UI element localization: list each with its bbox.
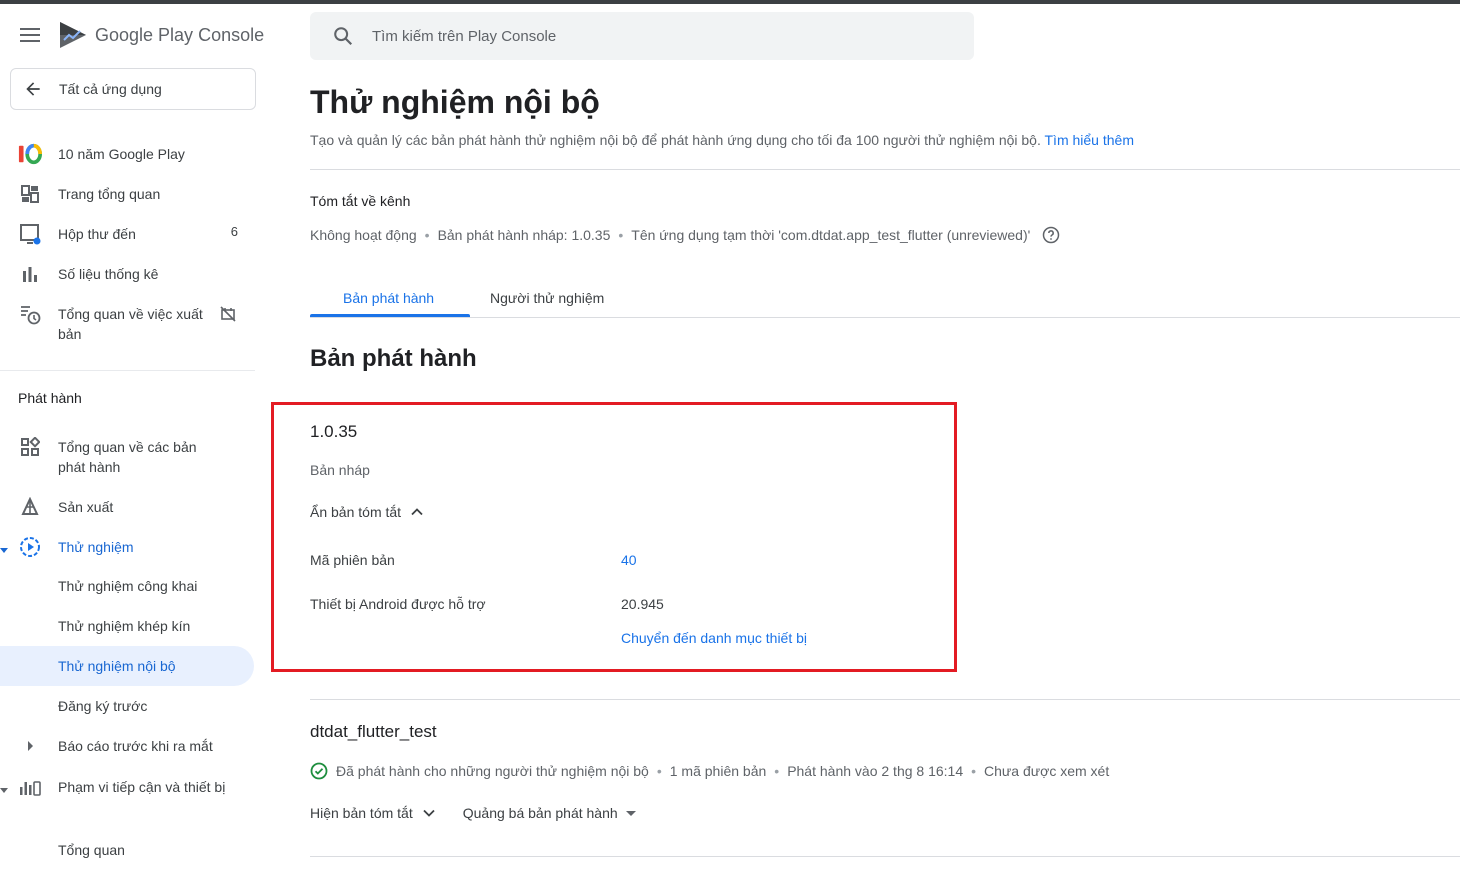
reach-devices-icon bbox=[18, 775, 42, 799]
version-code-label: Mã phiên bản bbox=[310, 552, 395, 568]
release-divider bbox=[310, 699, 1460, 700]
learn-more-link[interactable]: Tìm hiểu thêm bbox=[1045, 132, 1134, 148]
separator-dot: • bbox=[774, 763, 780, 779]
help-icon[interactable] bbox=[1042, 226, 1060, 244]
production-icon bbox=[18, 495, 42, 519]
draft-release-version: 1.0.35 bbox=[310, 422, 358, 441]
publishing-icon bbox=[18, 302, 42, 326]
sidebar-item-testing[interactable]: Thử nghiệm bbox=[0, 535, 256, 559]
inbox-count-badge: 6 bbox=[230, 224, 238, 239]
sidebar-item-overview[interactable]: Tổng quan bbox=[0, 830, 254, 870]
sidebar-item-pre-registration[interactable]: Đăng ký trước bbox=[0, 686, 254, 726]
brand-header: Google Play Console bbox=[0, 4, 270, 64]
published-status: Đã phát hành cho những người thử nghiệm … bbox=[336, 763, 649, 779]
page-description-text: Tạo và quản lý các bản phát hành thử ngh… bbox=[310, 132, 1045, 148]
sidebar-item-prelaunch-report[interactable]: Báo cáo trước khi ra mắt bbox=[0, 726, 254, 766]
tab-releases[interactable]: Bản phát hành bbox=[343, 290, 434, 306]
draft-release-status: Bản nháp bbox=[310, 462, 370, 478]
device-catalog-link[interactable]: Chuyển đến danh mục thiết bị bbox=[621, 630, 807, 646]
sidebar-item-releases-overview[interactable]: Tổng quan về các bản phát hành bbox=[0, 435, 256, 477]
check-circle-icon bbox=[310, 762, 328, 780]
sidebar-item-open-testing[interactable]: Thử nghiệm công khai bbox=[0, 566, 254, 606]
sidebar-item-production[interactable]: Sản xuất bbox=[0, 495, 256, 519]
sidebar-item-label: Số liệu thống kê bbox=[58, 266, 159, 282]
sidebar: Google Play Console Tất cả ứng dụng 10 n… bbox=[0, 4, 270, 884]
separator-dot: • bbox=[656, 763, 662, 779]
sidebar-item-statistics[interactable]: Số liệu thống kê bbox=[0, 262, 256, 286]
ten-years-icon bbox=[18, 142, 42, 166]
arrow-back-icon bbox=[26, 82, 40, 96]
all-apps-button[interactable]: Tất cả ứng dụng bbox=[10, 68, 256, 110]
dashboard-icon bbox=[18, 182, 42, 206]
show-summary-label: Hiện bản tóm tắt bbox=[310, 805, 413, 821]
sidebar-item-internal-testing[interactable]: Thử nghiệm nội bộ bbox=[0, 646, 254, 686]
sidebar-item-label: Phạm vi tiếp cận và thiết bị bbox=[58, 779, 226, 795]
separator-dot: • bbox=[971, 763, 977, 779]
sidebar-item-ten-years[interactable]: 10 năm Google Play bbox=[0, 142, 256, 166]
hide-summary-button[interactable]: Ẩn bản tóm tắt bbox=[310, 504, 425, 520]
play-console-logo-icon bbox=[60, 22, 86, 48]
bar-chart-icon bbox=[18, 262, 42, 286]
tabs-divider bbox=[310, 317, 1460, 318]
bottom-divider bbox=[310, 856, 1460, 857]
promote-release-button[interactable]: Quảng bá bản phát hành bbox=[463, 805, 636, 821]
chevron-up-icon bbox=[411, 508, 423, 516]
version-codes-count: 1 mã phiên bản bbox=[669, 763, 767, 779]
releases-heading: Bản phát hành bbox=[310, 345, 477, 372]
hamburger-menu-icon[interactable] bbox=[20, 28, 40, 42]
sidebar-divider bbox=[0, 370, 255, 371]
channel-summary: Không hoạt động • Bản phát hành nháp: 1.… bbox=[310, 226, 1060, 244]
testing-icon bbox=[18, 535, 42, 559]
chevron-down-icon bbox=[423, 809, 435, 817]
search-bar[interactable] bbox=[310, 12, 974, 60]
brand-console: Console bbox=[193, 25, 265, 45]
releases-overview-icon bbox=[18, 435, 42, 459]
hide-summary-label: Ẩn bản tóm tắt bbox=[310, 504, 402, 520]
section-title-release: Phát hành bbox=[18, 390, 82, 406]
separator-dot: • bbox=[424, 227, 430, 243]
temporary-app-name: Tên ứng dụng tạm thời 'com.dtdat.app_tes… bbox=[631, 227, 1031, 243]
published-release-summary: Đã phát hành cho những người thử nghiệm … bbox=[310, 762, 1109, 780]
published-release-name: dtdat_flutter_test bbox=[310, 722, 437, 741]
review-status: Chưa được xem xét bbox=[984, 763, 1110, 779]
managed-publishing-off-icon bbox=[220, 306, 236, 322]
sidebar-item-device-catalog[interactable]: Danh mục thiết bị bbox=[0, 870, 254, 884]
sidebar-item-dashboard[interactable]: Trang tổng quan bbox=[0, 182, 256, 206]
supported-devices-label: Thiết bị Android được hỗ trợ bbox=[310, 596, 486, 612]
published-release-actions: Hiện bản tóm tắt Quảng bá bản phát hành bbox=[310, 805, 636, 821]
track-status: Không hoạt động bbox=[310, 227, 417, 243]
all-apps-label: Tất cả ứng dụng bbox=[59, 81, 162, 97]
release-date: Phát hành vào 2 thg 8 16:14 bbox=[787, 763, 964, 779]
sidebar-item-label: Hộp thư đến bbox=[58, 226, 136, 242]
highlight-annotation-box bbox=[271, 402, 957, 672]
version-code-link[interactable]: 40 bbox=[621, 552, 637, 568]
tab-testers[interactable]: Người thử nghiệm bbox=[490, 290, 604, 306]
sidebar-item-label: Thử nghiệm bbox=[58, 539, 134, 555]
separator-dot: • bbox=[618, 227, 624, 243]
search-icon bbox=[334, 27, 353, 46]
sidebar-item-label: 10 năm Google Play bbox=[58, 146, 185, 162]
sidebar-item-label: Tổng quan về việc xuất bản bbox=[58, 306, 203, 342]
search-input[interactable] bbox=[372, 27, 932, 45]
sidebar-item-label: Sản xuất bbox=[58, 499, 114, 515]
brand-google: Google Play bbox=[95, 25, 194, 45]
promote-release-label: Quảng bá bản phát hành bbox=[462, 805, 618, 821]
supported-devices-count: 20.945 bbox=[621, 596, 664, 612]
page-title: Thử nghiệm nội bộ bbox=[310, 84, 600, 120]
sidebar-item-inbox[interactable]: Hộp thư đến 6 bbox=[0, 222, 256, 246]
channel-summary-title: Tóm tắt về kênh bbox=[310, 193, 411, 209]
sidebar-item-label: Tổng quan về các bản phát hành bbox=[58, 439, 197, 475]
sidebar-item-closed-testing[interactable]: Thử nghiệm khép kín bbox=[0, 606, 254, 646]
inbox-icon bbox=[18, 222, 42, 246]
brand-name: Google Play Console bbox=[95, 25, 264, 46]
show-summary-button[interactable]: Hiện bản tóm tắt bbox=[310, 805, 437, 821]
sidebar-item-reach-devices[interactable]: Phạm vi tiếp cận và thiết bị bbox=[0, 775, 256, 799]
draft-release-info: Bản phát hành nháp: 1.0.35 bbox=[437, 227, 611, 243]
page-description: Tạo và quản lý các bản phát hành thử ngh… bbox=[310, 132, 1134, 148]
header-divider bbox=[310, 169, 1460, 170]
sidebar-item-label: Trang tổng quan bbox=[58, 186, 161, 202]
sidebar-item-publishing-overview[interactable]: Tổng quan về việc xuất bản bbox=[0, 302, 256, 344]
dropdown-arrow-icon bbox=[625, 810, 636, 816]
